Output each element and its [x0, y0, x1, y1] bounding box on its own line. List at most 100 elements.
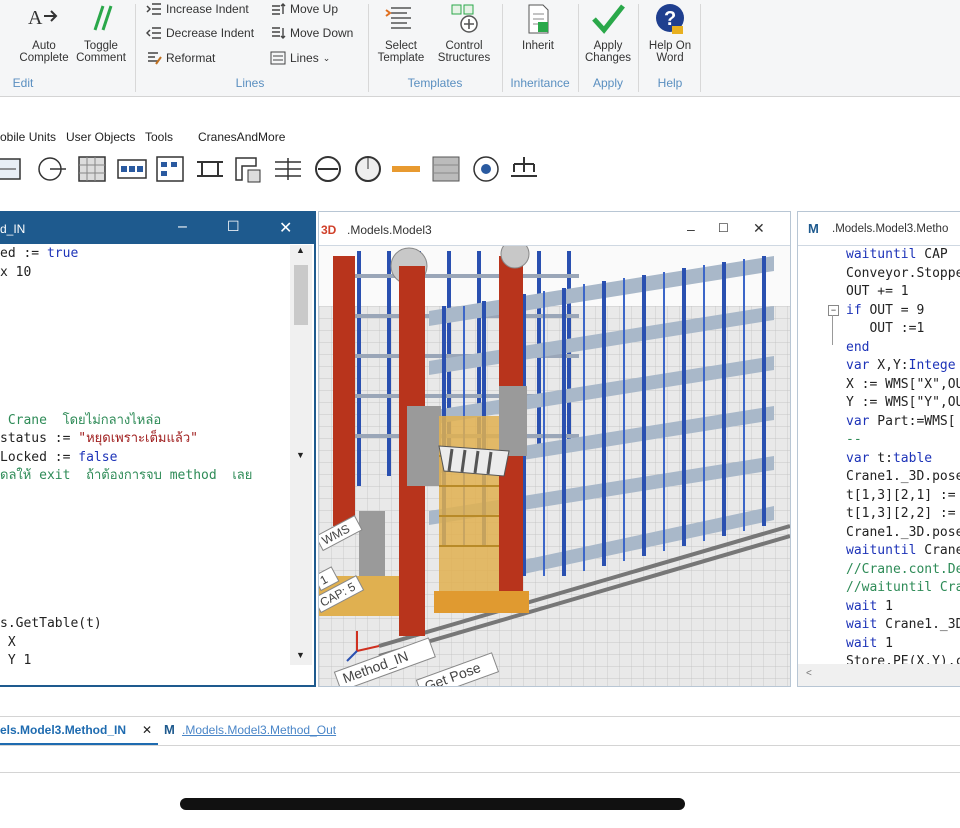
code-line[interactable]: Crane1._3D.pose [846, 524, 960, 543]
conveyor-tool-icon[interactable] [116, 154, 148, 184]
lines-dropdown[interactable]: Lines ⌄ [270, 51, 330, 65]
code-line[interactable]: wait Crane1._3D [846, 616, 960, 635]
code-line[interactable]: if OUT = 9 [846, 302, 960, 321]
code-line[interactable]: waituntil CAP [846, 246, 960, 265]
code-line[interactable]: status := "หยุดเพราะเต็มแล้ว" [0, 430, 290, 449]
code-line[interactable]: Crane1._3D.pose [846, 468, 960, 487]
station-tool-icon[interactable] [0, 154, 24, 184]
code-line[interactable] [0, 338, 290, 357]
minimize-icon[interactable]: – [687, 221, 695, 237]
code-line[interactable]: t[1,3][2,1] := [846, 487, 960, 506]
code-line[interactable]: Locked := false [0, 449, 290, 468]
move-down-button[interactable]: Move Down [270, 26, 353, 40]
assembly-tool-icon[interactable] [232, 154, 264, 184]
code-line[interactable]: waituntil Crane [846, 542, 960, 561]
code-line[interactable]: x 10 [0, 264, 290, 283]
select-template-button[interactable]: Select Template [372, 2, 430, 64]
code-line[interactable]: s.GetTable(t) [0, 615, 290, 634]
horizontal-scrollbar[interactable]: < [798, 664, 960, 686]
code-line[interactable]: t[1,3][2,2] := [846, 505, 960, 524]
buffer-tool-icon[interactable] [76, 154, 108, 184]
menu-item-mobile-units[interactable]: obile Units [0, 130, 56, 144]
control-structures-button[interactable]: Control Structures [432, 2, 496, 64]
code-line[interactable] [0, 597, 290, 616]
code-token: Locked := [0, 449, 79, 465]
code-line[interactable]: OUT :=1 [846, 320, 960, 339]
turntable-tool-icon[interactable] [312, 154, 344, 184]
apply-changes-button[interactable]: Apply Changes [582, 2, 634, 64]
code-line[interactable]: //waituntil Cra [846, 579, 960, 598]
method-out-editor-window: M .Models.Model3.Metho − waituntil CAP C… [797, 211, 960, 687]
code-line[interactable] [0, 375, 290, 394]
code-line[interactable] [0, 282, 290, 301]
menu-item-tools[interactable]: Tools [145, 130, 173, 144]
code-line[interactable] [0, 504, 290, 523]
menu-item-user-objects[interactable]: User Objects [66, 130, 135, 144]
move-up-button[interactable]: Move Up [270, 2, 338, 16]
code-line[interactable] [0, 560, 290, 579]
scroll-up-icon[interactable]: ▲ [296, 245, 305, 255]
code-token: //waituntil Cra [846, 580, 960, 595]
code-line[interactable]: var t:table [846, 450, 960, 469]
menu-item-cranes-and-more[interactable]: CranesAndMore [198, 130, 285, 144]
close-icon[interactable]: ✕ [753, 220, 765, 237]
tab-method-in[interactable]: els.Model3.Method_IN ✕ [0, 719, 158, 746]
method-out-code[interactable]: waituntil CAP Conveyor.Stoppe OUT += 1 if … [846, 246, 960, 666]
auto-complete-button[interactable]: A Auto Complete [16, 2, 72, 64]
maximize-icon[interactable]: ☐ [227, 218, 240, 235]
maximize-icon[interactable]: ☐ [718, 221, 729, 235]
scroll-down-icon[interactable]: ▼ [296, 650, 305, 660]
inherit-button[interactable]: Inherit [510, 2, 566, 52]
parallel-station-tool-icon[interactable] [154, 154, 186, 184]
code-line[interactable]: ed := true [0, 245, 290, 264]
increase-indent-button[interactable]: Increase Indent [146, 2, 249, 16]
code-line[interactable]: Conveyor.Stoppe [846, 265, 960, 284]
code-line[interactable] [0, 486, 290, 505]
code-line[interactable]: -- [846, 431, 960, 450]
code-line[interactable]: wait 1 [846, 598, 960, 617]
turnplate-tool-icon[interactable] [352, 154, 384, 184]
toggle-comment-button[interactable]: Toggle Comment [73, 2, 129, 64]
3d-scene[interactable]: WMS 1 CAP: 5 Method_IN Get Pose [319, 246, 790, 686]
code-line[interactable] [0, 578, 290, 597]
code-line[interactable]: end [846, 339, 960, 358]
code-line[interactable]: Y := WMS["Y",OU [846, 394, 960, 413]
code-line[interactable]: wait 1 [846, 635, 960, 654]
scrollbar-thumb[interactable] [294, 265, 308, 325]
storage-tool-icon[interactable] [430, 154, 462, 184]
code-line[interactable]: Y 1 [0, 652, 290, 671]
source-tool-icon[interactable] [36, 154, 68, 184]
close-icon[interactable]: ✕ [279, 218, 292, 238]
minimize-icon[interactable]: – [178, 218, 187, 236]
code-line[interactable]: X [0, 634, 290, 653]
code-token: wait [846, 598, 878, 614]
transfer-tool-icon[interactable] [390, 154, 422, 184]
code-line[interactable] [0, 301, 290, 320]
collapse-toggle-icon[interactable]: − [828, 305, 839, 316]
line-tool-icon[interactable] [272, 154, 304, 184]
code-line[interactable] [0, 319, 290, 338]
code-line[interactable] [0, 541, 290, 560]
code-line[interactable] [0, 523, 290, 542]
tab-method-out[interactable]: M .Models.Model3.Method_Out [162, 719, 350, 743]
method-in-code[interactable]: ed := true x 10 Crane โดยไม่กลางไหล่อ stat… [0, 245, 290, 687]
reformat-button[interactable]: Reformat [146, 51, 215, 65]
code-line[interactable]: //Crane.cont.De [846, 561, 960, 580]
code-line[interactable] [0, 393, 290, 412]
code-line[interactable] [0, 356, 290, 375]
code-line[interactable]: var X,Y:Intege [846, 357, 960, 376]
sorter-tool-icon[interactable] [470, 154, 502, 184]
decrease-indent-button[interactable]: Decrease Indent [146, 26, 254, 40]
close-icon[interactable]: ✕ [142, 723, 152, 737]
code-line[interactable]: ดลให้ exit ถ้าต้องการจบ method เลย [0, 467, 290, 486]
scroll-left-icon[interactable]: < [806, 668, 812, 679]
code-line[interactable]: X := WMS["X",OU [846, 376, 960, 395]
network-tool-icon[interactable] [508, 154, 540, 184]
code-line[interactable]: OUT += 1 [846, 283, 960, 302]
track-tool-icon[interactable] [194, 154, 226, 184]
help-on-word-button[interactable]: ? Help On Word [642, 2, 698, 64]
scrollbar[interactable]: ▲ ▼ ▼ [290, 245, 312, 665]
code-line[interactable]: Crane โดยไม่กลางไหล่อ [0, 412, 290, 431]
code-line[interactable]: var Part:=WMS[ [846, 413, 960, 432]
edit-group-label: Edit [12, 76, 34, 90]
